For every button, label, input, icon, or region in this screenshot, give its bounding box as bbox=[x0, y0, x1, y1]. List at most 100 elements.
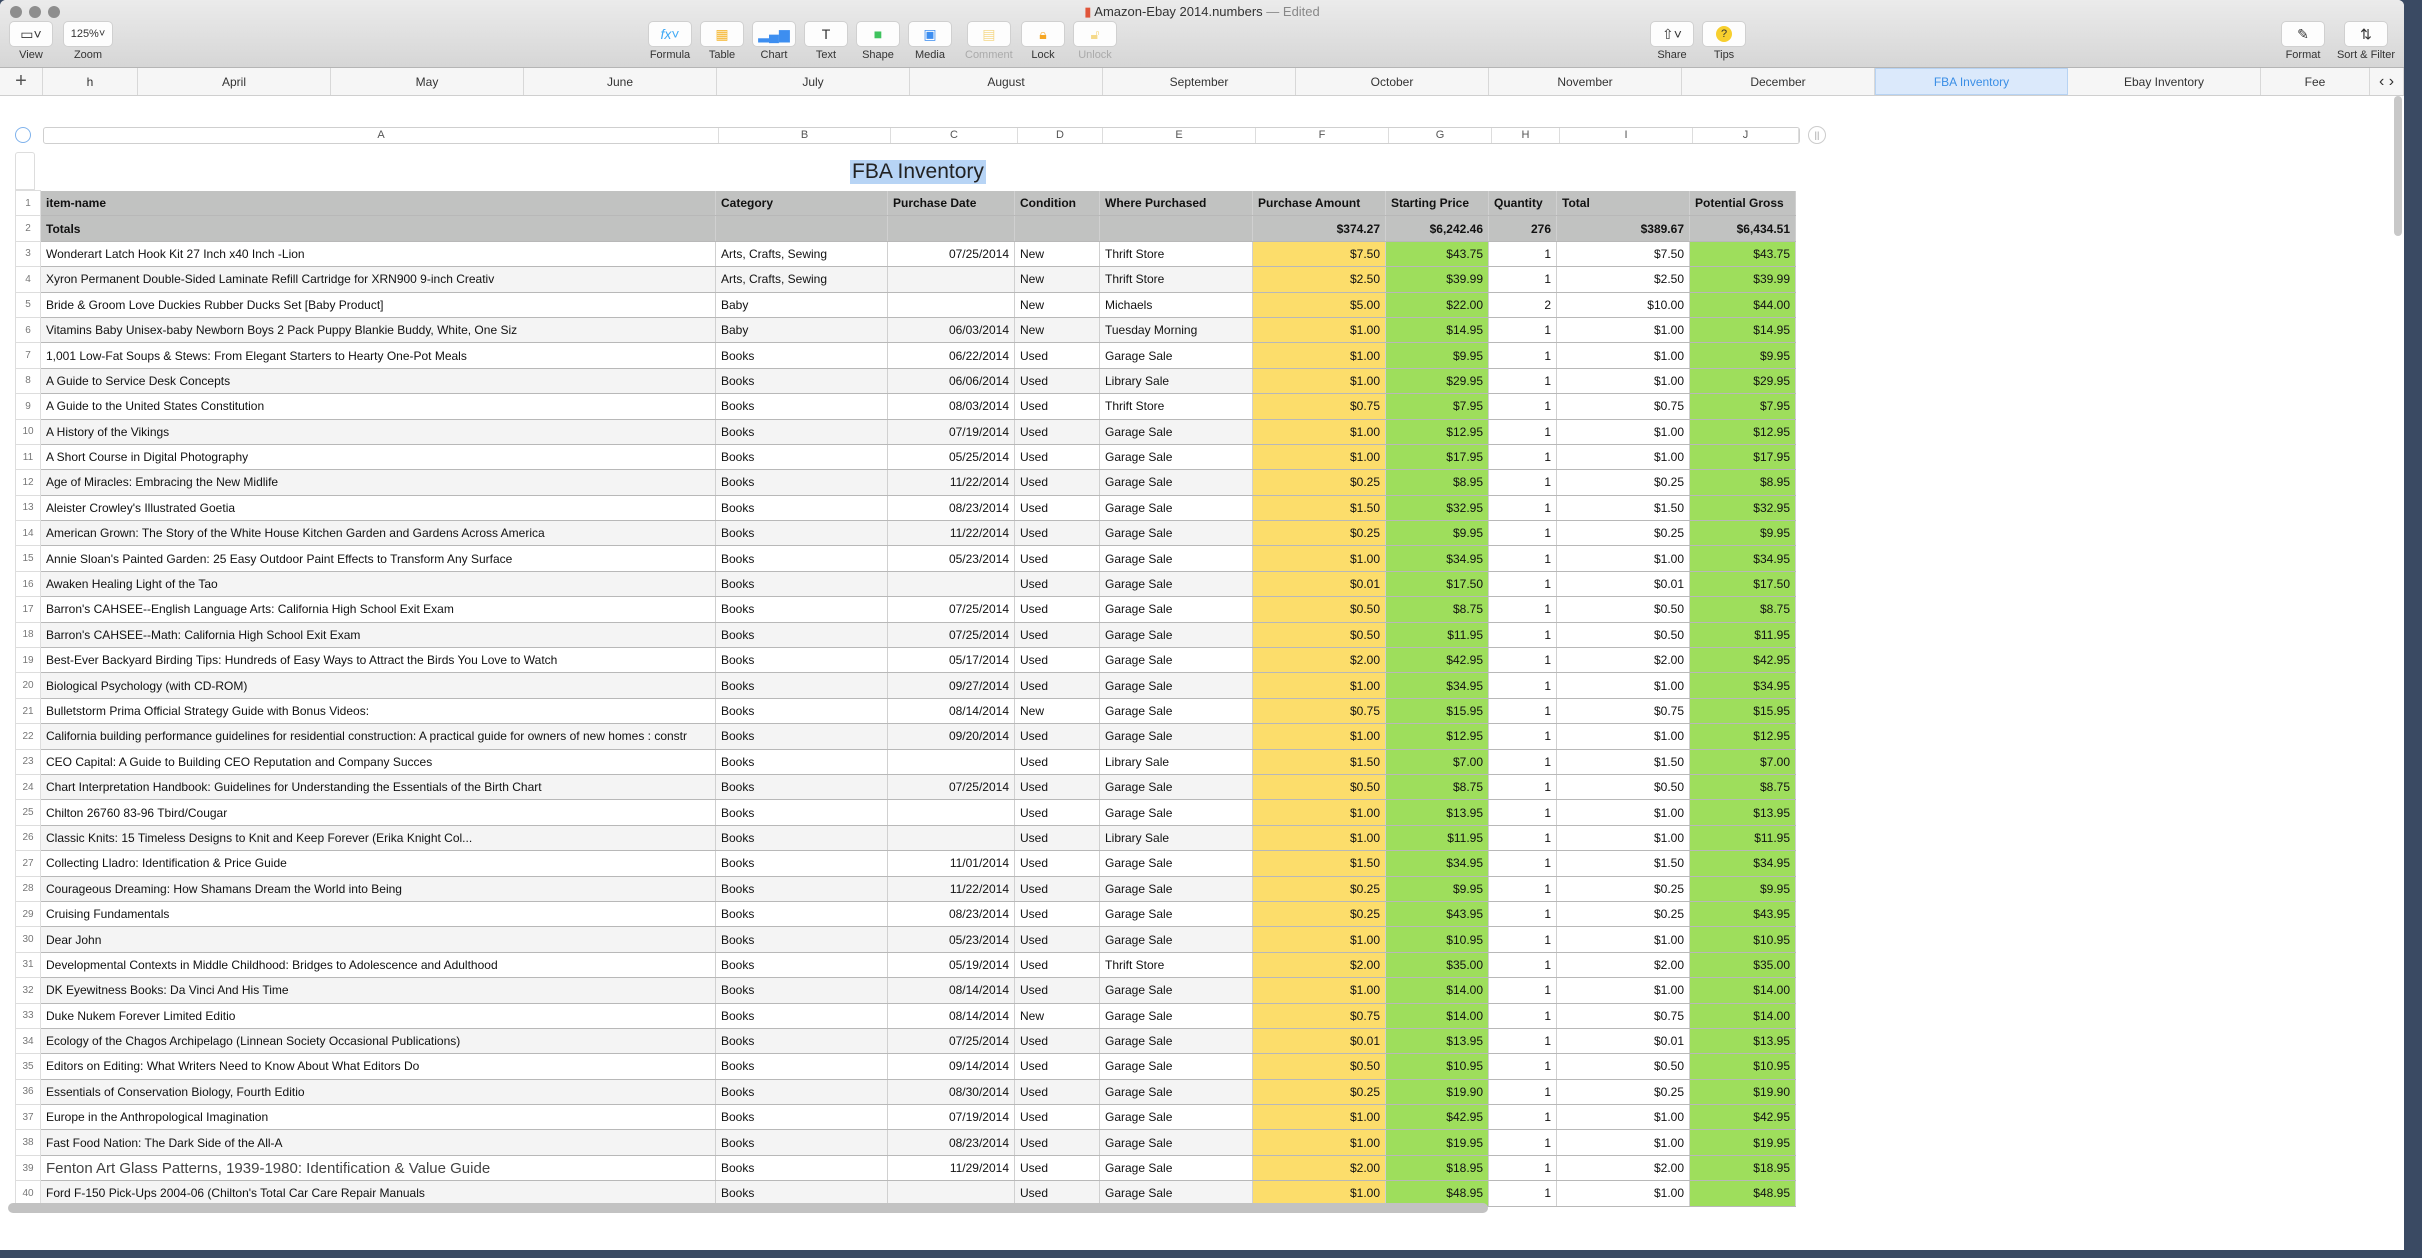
shape-button[interactable]: ■ Shape bbox=[857, 22, 899, 61]
cell[interactable]: 11/22/2014 bbox=[887, 876, 1015, 902]
cell[interactable]: $8.95 bbox=[1689, 469, 1796, 496]
cell[interactable]: 11/29/2014 bbox=[887, 1155, 1015, 1182]
cell[interactable]: 1 bbox=[1488, 825, 1557, 852]
tab-july[interactable]: July bbox=[717, 68, 910, 95]
cell[interactable]: $15.95 bbox=[1689, 698, 1796, 725]
cell[interactable]: 09/14/2014 bbox=[887, 1053, 1015, 1080]
cell[interactable]: 11/22/2014 bbox=[887, 469, 1015, 496]
cell[interactable]: Used bbox=[1014, 672, 1100, 699]
cell[interactable]: Books bbox=[715, 749, 888, 775]
cell[interactable]: $44.00 bbox=[1689, 292, 1796, 318]
cell[interactable]: $22.00 bbox=[1385, 292, 1489, 318]
cell[interactable]: Arts, Crafts, Sewing bbox=[715, 241, 888, 268]
cell[interactable]: Books bbox=[715, 1079, 888, 1106]
chevron-left-icon[interactable]: ‹ bbox=[2379, 73, 2384, 91]
cell[interactable]: 1 bbox=[1488, 317, 1557, 344]
horizontal-scrollbar[interactable] bbox=[8, 1203, 1488, 1213]
cell[interactable]: Books bbox=[715, 799, 888, 826]
row-number[interactable]: 6 bbox=[15, 316, 41, 344]
cell[interactable]: $1.00 bbox=[1556, 926, 1690, 953]
cell[interactable]: Wonderart Latch Hook Kit 27 Inch x40 Inc… bbox=[40, 241, 716, 268]
cell[interactable]: $48.95 bbox=[1689, 1180, 1796, 1207]
cell[interactable]: 1 bbox=[1488, 596, 1557, 623]
row-number[interactable]: 38 bbox=[15, 1129, 41, 1156]
total-cell[interactable] bbox=[887, 215, 1015, 242]
cell[interactable]: Used bbox=[1014, 1155, 1100, 1182]
cell[interactable]: 07/25/2014 bbox=[887, 1028, 1015, 1055]
cell[interactable]: Books bbox=[715, 444, 888, 471]
cell[interactable]: $1.50 bbox=[1252, 850, 1386, 877]
cell[interactable]: $42.95 bbox=[1385, 647, 1489, 674]
cell[interactable]: Books bbox=[715, 342, 888, 369]
cell[interactable]: $1.00 bbox=[1252, 926, 1386, 953]
cell[interactable]: $8.75 bbox=[1385, 596, 1489, 623]
cell[interactable]: $1.00 bbox=[1252, 368, 1386, 395]
cell[interactable]: $10.95 bbox=[1385, 926, 1489, 953]
cell[interactable]: $0.25 bbox=[1252, 520, 1386, 547]
row-number[interactable]: 10 bbox=[15, 418, 41, 445]
cell[interactable]: $0.75 bbox=[1252, 393, 1386, 420]
cell[interactable]: $0.50 bbox=[1252, 1053, 1386, 1080]
row-number[interactable]: 31 bbox=[15, 951, 41, 979]
cell[interactable]: Garage Sale bbox=[1099, 419, 1253, 445]
row-number[interactable]: 12 bbox=[15, 469, 41, 496]
cell[interactable]: 07/25/2014 bbox=[887, 622, 1015, 649]
cell[interactable]: Library Sale bbox=[1099, 825, 1253, 852]
tab-may[interactable]: May bbox=[331, 68, 524, 95]
cell[interactable]: Books bbox=[715, 774, 888, 801]
cell[interactable]: $7.95 bbox=[1689, 393, 1796, 420]
cell[interactable]: $0.01 bbox=[1252, 571, 1386, 598]
cell[interactable]: Garage Sale bbox=[1099, 444, 1253, 471]
cell[interactable]: Garage Sale bbox=[1099, 520, 1253, 547]
cell[interactable]: $34.95 bbox=[1385, 545, 1489, 572]
cell[interactable]: New bbox=[1014, 317, 1100, 344]
cell[interactable]: $1.50 bbox=[1556, 749, 1690, 775]
cell[interactable]: 1,001 Low-Fat Soups & Stews: From Elegan… bbox=[40, 342, 716, 369]
total-cell[interactable]: $389.67 bbox=[1556, 215, 1690, 242]
table-button[interactable]: ▦ Table bbox=[701, 22, 743, 61]
cell[interactable]: $34.95 bbox=[1689, 672, 1796, 699]
cell[interactable]: $35.00 bbox=[1689, 952, 1796, 979]
row-number[interactable]: 5 bbox=[15, 291, 41, 318]
cell[interactable]: $1.00 bbox=[1556, 1180, 1690, 1207]
cell[interactable]: Duke Nukem Forever Limited Editio bbox=[40, 1003, 716, 1029]
cell[interactable]: $1.00 bbox=[1556, 1104, 1690, 1131]
cell[interactable]: 1 bbox=[1488, 1028, 1557, 1055]
cell[interactable]: 1 bbox=[1488, 241, 1557, 268]
cell[interactable]: Chilton 26760 83-96 Tbird/Cougar bbox=[40, 799, 716, 826]
cell[interactable]: 08/30/2014 bbox=[887, 1079, 1015, 1106]
chart-button[interactable]: ▂▄▆ Chart bbox=[753, 22, 795, 61]
cell[interactable]: $2.00 bbox=[1556, 952, 1690, 979]
cell[interactable]: Courageous Dreaming: How Shamans Dream t… bbox=[40, 876, 716, 902]
total-cell[interactable]: $6,242.46 bbox=[1385, 215, 1489, 242]
cell[interactable]: Ecology of the Chagos Archipelago (Linne… bbox=[40, 1028, 716, 1055]
cell[interactable]: 1 bbox=[1488, 774, 1557, 801]
cell[interactable]: Fenton Art Glass Patterns, 1939-1980: Id… bbox=[40, 1155, 716, 1182]
cell[interactable]: $1.00 bbox=[1556, 1129, 1690, 1156]
total-cell[interactable] bbox=[1014, 215, 1100, 242]
media-button[interactable]: ▣ Media bbox=[909, 22, 951, 61]
column-title[interactable]: Purchase Date bbox=[887, 190, 1015, 217]
cell[interactable]: 1 bbox=[1488, 571, 1557, 598]
cell[interactable]: Garage Sale bbox=[1099, 901, 1253, 928]
cell[interactable]: $2.00 bbox=[1252, 952, 1386, 979]
column-title[interactable]: Total bbox=[1556, 190, 1690, 217]
cell[interactable]: $11.95 bbox=[1689, 622, 1796, 649]
cell[interactable]: $1.00 bbox=[1556, 723, 1690, 750]
cell[interactable]: $43.75 bbox=[1385, 241, 1489, 268]
row-number[interactable]: 1 bbox=[15, 189, 41, 217]
cell[interactable]: Xyron Permanent Double-Sided Laminate Re… bbox=[40, 266, 716, 293]
row-number[interactable]: 26 bbox=[15, 824, 41, 852]
cell[interactable]: 1 bbox=[1488, 799, 1557, 826]
text-button[interactable]: T Text bbox=[805, 22, 847, 61]
cell[interactable]: 1 bbox=[1488, 698, 1557, 725]
row-number[interactable]: 39 bbox=[15, 1154, 41, 1182]
cell[interactable]: 1 bbox=[1488, 419, 1557, 445]
cell[interactable]: $1.00 bbox=[1556, 799, 1690, 826]
cell[interactable]: Garage Sale bbox=[1099, 495, 1253, 522]
cell[interactable]: Aleister Crowley's Illustrated Goetia bbox=[40, 495, 716, 522]
cell[interactable]: $1.50 bbox=[1252, 749, 1386, 775]
cell[interactable]: Garage Sale bbox=[1099, 1053, 1253, 1080]
cell[interactable]: Essentials of Conservation Biology, Four… bbox=[40, 1079, 716, 1106]
cell[interactable]: New bbox=[1014, 698, 1100, 725]
